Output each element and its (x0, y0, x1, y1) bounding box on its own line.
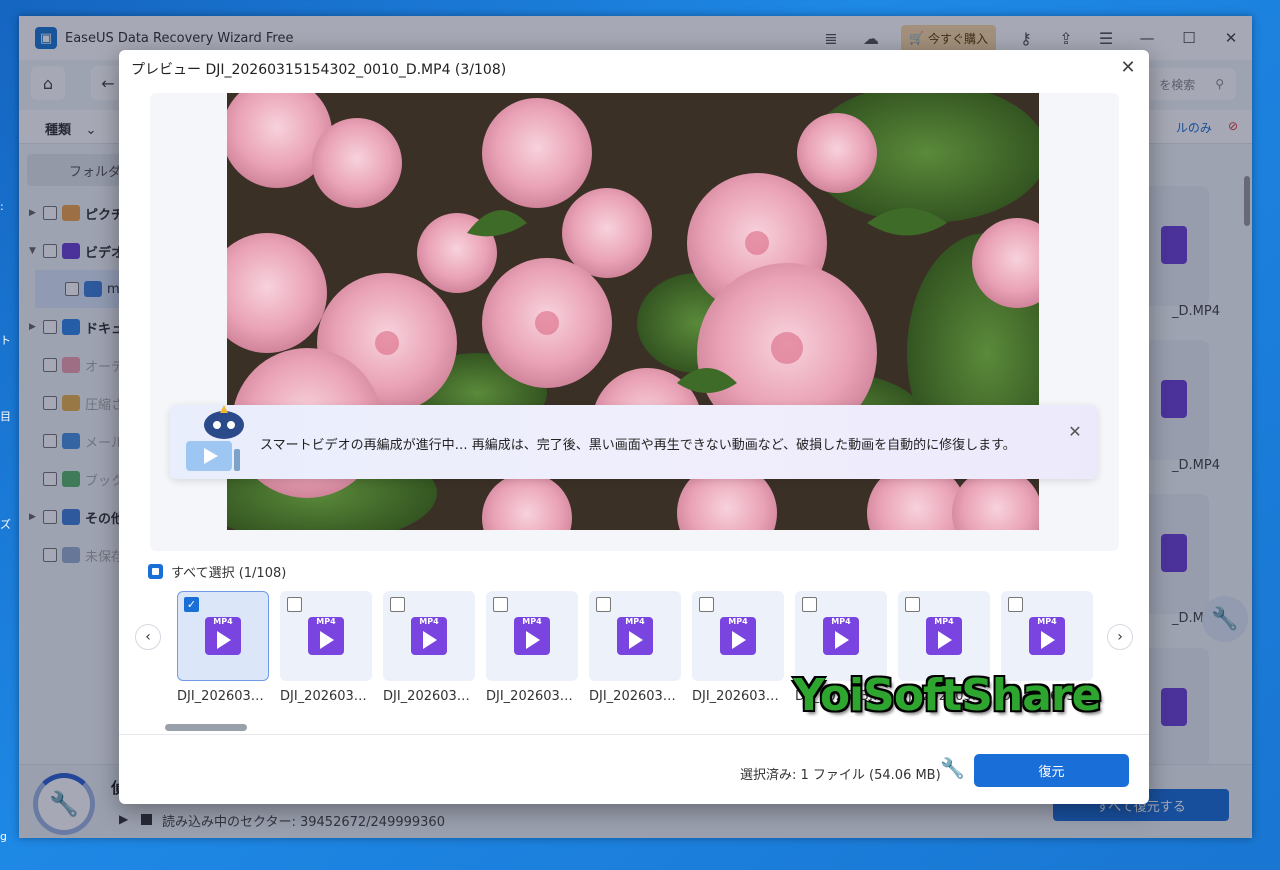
thumbnail-name: DJI_202603… (589, 689, 676, 704)
thumbnail-checkbox[interactable] (493, 597, 508, 612)
thumbnail-checkbox[interactable] (390, 597, 405, 612)
thumbnail-checkbox[interactable] (287, 597, 302, 612)
thumbnail-name: DJI_202603… (383, 689, 470, 704)
thumbnail-name: DJI_202603… (486, 689, 573, 704)
repair-wrench-icon[interactable]: 🔧 (940, 756, 965, 780)
chevron-right-icon: › (1117, 629, 1123, 645)
mp4-tag: MP4 (1037, 617, 1057, 626)
thumbnail-item[interactable]: MP4 DJI_202603… (486, 591, 578, 704)
thumbnail-checkbox[interactable] (699, 597, 714, 612)
play-icon (732, 631, 746, 649)
close-icon: ✕ (1120, 56, 1136, 78)
horizontal-scrollbar[interactable] (165, 724, 247, 731)
mp4-file-icon: MP4 (308, 617, 344, 655)
mp4-file-icon: MP4 (205, 617, 241, 655)
play-icon (629, 631, 643, 649)
desktop-edge-text: 目 (0, 410, 11, 423)
thumbnail-box[interactable]: MP4 (589, 591, 681, 681)
thumbnail-box[interactable]: MP4 (795, 591, 887, 681)
mp4-file-icon: MP4 (823, 617, 859, 655)
mp4-file-icon: MP4 (926, 617, 962, 655)
selected-info: 選択済み: 1 ファイル (54.06 MB) (740, 768, 941, 783)
close-icon: ✕ (1068, 421, 1082, 441)
play-icon (217, 631, 231, 649)
mp4-tag: MP4 (419, 617, 439, 626)
thumbnail-box[interactable]: MP4 (898, 591, 990, 681)
notice-close-button[interactable]: ✕ (1065, 421, 1085, 441)
divider (119, 734, 1149, 735)
watermark: YoiSoftShare (793, 670, 1101, 721)
thumbnail-item[interactable]: MP4 DJI_202603… (383, 591, 475, 704)
play-icon (1041, 631, 1055, 649)
mp4-tag: MP4 (522, 617, 542, 626)
thumbnail-item[interactable]: MP4 DJI_202603… (692, 591, 784, 704)
play-icon (526, 631, 540, 649)
thumbnail-box[interactable]: MP4 (1001, 591, 1093, 681)
thumbnail-name: DJI_202603… (692, 689, 779, 704)
mp4-tag: MP4 (831, 617, 851, 626)
desktop-edge-text: ズ (0, 518, 11, 531)
mp4-file-icon: MP4 (617, 617, 653, 655)
mp4-file-icon: MP4 (720, 617, 756, 655)
chevron-left-icon: ‹ (145, 629, 151, 645)
thumbnail-name: DJI_202603… (177, 689, 264, 704)
thumbnail-box[interactable]: MP4 (692, 591, 784, 681)
play-icon (938, 631, 952, 649)
preview-area: スマートビデオの再編成が進行中… 再編成は、完了後、黒い画面や再生できない動画な… (150, 93, 1119, 551)
mp4-tag: MP4 (625, 617, 645, 626)
mp4-file-icon: MP4 (514, 617, 550, 655)
desktop-edge-text: g (0, 830, 7, 843)
mp4-tag: MP4 (934, 617, 954, 626)
mp4-file-icon: MP4 (1029, 617, 1065, 655)
smart-video-notice: スマートビデオの再編成が進行中… 再編成は、完了後、黒い画面や再生できない動画な… (170, 405, 1097, 479)
mp4-tag: MP4 (213, 617, 233, 626)
mp4-tag: MP4 (316, 617, 336, 626)
thumbnail-checkbox[interactable] (802, 597, 817, 612)
desktop-edge-text: : (0, 200, 4, 213)
dialog-close-button[interactable]: ✕ (1115, 54, 1141, 80)
thumbnail-checkbox[interactable]: ✓ (184, 597, 199, 612)
thumbnail-item[interactable]: MP4 DJI_202603… (280, 591, 372, 704)
play-icon (320, 631, 334, 649)
select-all-label: すべて選択 (1/108) (171, 566, 287, 581)
checkbox-partial-icon (148, 564, 163, 579)
thumbnail-item[interactable]: MP4 DJI_202603… (589, 591, 681, 704)
thumbnail-checkbox[interactable] (596, 597, 611, 612)
thumbnail-box[interactable]: MP4 (280, 591, 372, 681)
select-all-checkbox[interactable]: すべて選択 (1/108) (148, 562, 286, 581)
thumbnail-checkbox[interactable] (1008, 597, 1023, 612)
recover-button[interactable]: 復元 (974, 754, 1129, 787)
thumbnail-prev-button[interactable]: ‹ (135, 624, 161, 650)
thumbnail-next-button[interactable]: › (1107, 624, 1133, 650)
thumbnail-box[interactable]: MP4 (486, 591, 578, 681)
thumbnail-item[interactable]: ✓ MP4 DJI_202603… (177, 591, 269, 704)
play-icon (835, 631, 849, 649)
thumbnail-name: DJI_202603… (280, 689, 367, 704)
desktop-edge-text: ト (0, 334, 11, 347)
mp4-file-icon: MP4 (411, 617, 447, 655)
thumbnail-box[interactable]: MP4 (383, 591, 475, 681)
mp4-tag: MP4 (728, 617, 748, 626)
play-icon (423, 631, 437, 649)
notice-text: スマートビデオの再編成が進行中… 再編成は、完了後、黒い画面や再生できない動画な… (260, 438, 1016, 453)
video-repair-illustration-icon (186, 405, 244, 471)
thumbnail-checkbox[interactable] (905, 597, 920, 612)
dialog-title: プレビュー DJI_20260315154302_0010_D.MP4 (3/1… (131, 62, 507, 78)
thumbnail-box[interactable]: ✓ MP4 (177, 591, 269, 681)
